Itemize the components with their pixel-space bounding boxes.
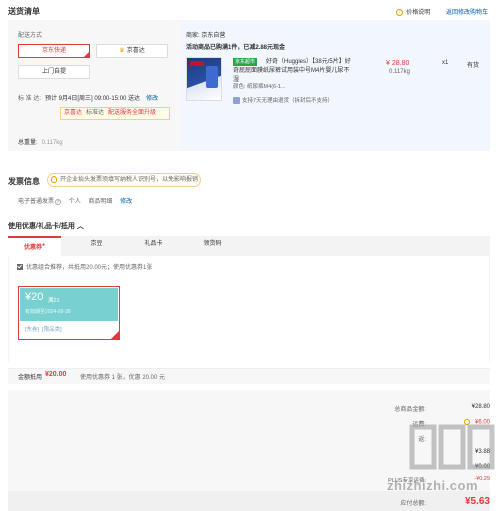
checkbox-checked-icon [17,264,23,271]
coupon-section-label: 使用优惠/礼品卡/抵用 [8,223,75,230]
section-title-invoice: 发票信息 [8,177,40,186]
total-weight-label: 总重量: [18,140,38,146]
shipping-option-label: 上门自提 [41,69,66,75]
price-note-label: 价格说明 [406,10,431,16]
tab-redeem-code[interactable]: 领货码 [186,236,239,256]
product-color: 颜色: 纸尿裤M4(6-1... [233,84,286,90]
help-icon[interactable]: ? [55,199,62,205]
product-price: ¥ 28.80 [386,60,410,67]
tab-label: 礼品卡 [144,241,163,247]
tab-coupon[interactable]: 优惠券● [8,236,61,256]
product-image[interactable] [186,57,222,101]
promo-text: 活动商品已购满1件，已减2.88元现金 [186,45,286,51]
product-service: 支持7天无理由退货（拆封后不支持） [233,96,334,105]
coupon-validity: 有效期至2024-09-30 [25,309,71,315]
upgrade-tag: 京喜达 [64,110,83,116]
invoice-type: 电子普通发票? [18,199,62,205]
upgrade-text: 配送服务全面升级 [108,110,157,116]
new-dot-icon: ● [41,242,46,248]
total-weight-value: 0.117kg [41,140,63,146]
coupon-summary-amount: ¥20.00 [45,371,67,378]
store-panel [180,20,490,151]
product-stock-status: 有货 [467,63,480,69]
price-note-link[interactable]: ! 价格说明 [396,8,431,16]
payable-total-value: ¥5.63 [464,496,490,507]
coupon-tags: [东券] [限品类] [25,325,65,333]
lightbulb-icon [51,176,57,183]
shipping-option-label: 京喜达 [126,48,145,54]
tab-label: 京豆 [90,241,103,247]
invoice-details: 电子普通发票? 个人 商品明细 修改 [18,196,138,205]
product-service-text: 支持7天无理由退货（拆封后不支持） [242,98,334,104]
tab-label: 优惠券 [23,245,42,251]
back-to-cart-link[interactable]: 返回修改购物车 [446,10,488,16]
product-quantity: x1 [442,60,449,66]
watermark-text: zhizhizhi.com [387,478,478,493]
service-icon [233,97,240,105]
coupon-amount: ¥20 [25,291,44,303]
shipping-option-jd-express[interactable]: 京东快递 [18,44,90,58]
info-icon: ! [396,8,404,16]
product-image-pack [206,66,218,88]
watermark-logo [409,424,495,470]
delivery-date-edit-link[interactable]: 修改 [146,96,158,102]
selected-corner-icon [84,52,89,57]
delivery-date-label: 标 准 达: [18,96,42,102]
invoice-holder: 个人 [68,199,81,205]
invoice-type-label: 电子普通发票 [18,199,55,205]
coupon-summary-label: 金额抵用 [18,375,43,381]
section-title-coupons[interactable]: 使用优惠/礼品卡/抵用 ︿ [8,221,84,231]
payable-total-label: 应付总额: [400,501,426,507]
coupon-tag: [东券] [25,327,40,333]
section-title-delivery-list: 送货清单 [8,7,40,16]
coupon-summary-detail: 使用优惠券 1 张，优惠 20.00 元 [80,375,166,381]
header-links: ! 价格说明 返回修改购物车 [382,7,488,16]
total-weight: 总重量: 0.117kg [18,137,63,146]
delivery-upgrade-notice: 京喜达 标准达 配送服务全面升级 [60,107,170,120]
shipping-option-label: 京东快递 [41,48,66,54]
delivery-date-value: 预计 9月4日[周三] 09:00-15:00 送达 [45,96,141,102]
product-weight: 0.117kg [389,69,410,75]
coupon-tag: [限品类] [42,327,62,333]
crown-icon: ♛ [119,48,125,54]
seller-name: 商家: 京东自营 [186,33,226,39]
chevron-up-icon: ︿ [76,223,84,230]
shipping-option-pickup[interactable]: 上门自提 [18,65,90,79]
invoice-tip-text: 开企业抬头发票须填写纳税人识别号，以免影响报销 [60,177,199,183]
coupon-recommend-checkbox[interactable]: 优惠组合推荐，共抵用20.00元；使用优惠券1张 [17,262,152,271]
total-goods-label: 总商品金额: [394,407,426,413]
delivery-date-row: 标 准 达: 预计 9月4日[周三] 09:00-15:00 送达 修改 [18,93,158,102]
tab-gift-card[interactable]: 礼品卡 [127,236,180,256]
shipping-option-jingxida[interactable]: ♛ 京喜达 [96,44,168,58]
coupon-condition: 满21 [48,298,60,304]
product-image-tag [190,61,204,66]
delivery-panel [8,20,180,151]
tab-jd-beans[interactable]: 京豆 [70,236,123,256]
jd-supermarket-badge: 京东超市 [233,58,258,66]
upgrade-tag: 标准达 [86,110,105,116]
total-goods-value: ¥28.80 [471,404,490,410]
shipping-method-label: 配送方式 [18,33,43,39]
invoice-content: 商品明细 [88,199,113,205]
invoice-tip: 开企业抬头发票须填写纳税人识别号，以免影响报销 [47,173,201,187]
coupon-recommend-text: 优惠组合推荐，共抵用20.00元；使用优惠券1张 [26,265,153,271]
selected-corner-icon [111,331,119,339]
tab-label: 领货码 [203,241,222,247]
invoice-edit-link[interactable]: 修改 [120,199,132,205]
